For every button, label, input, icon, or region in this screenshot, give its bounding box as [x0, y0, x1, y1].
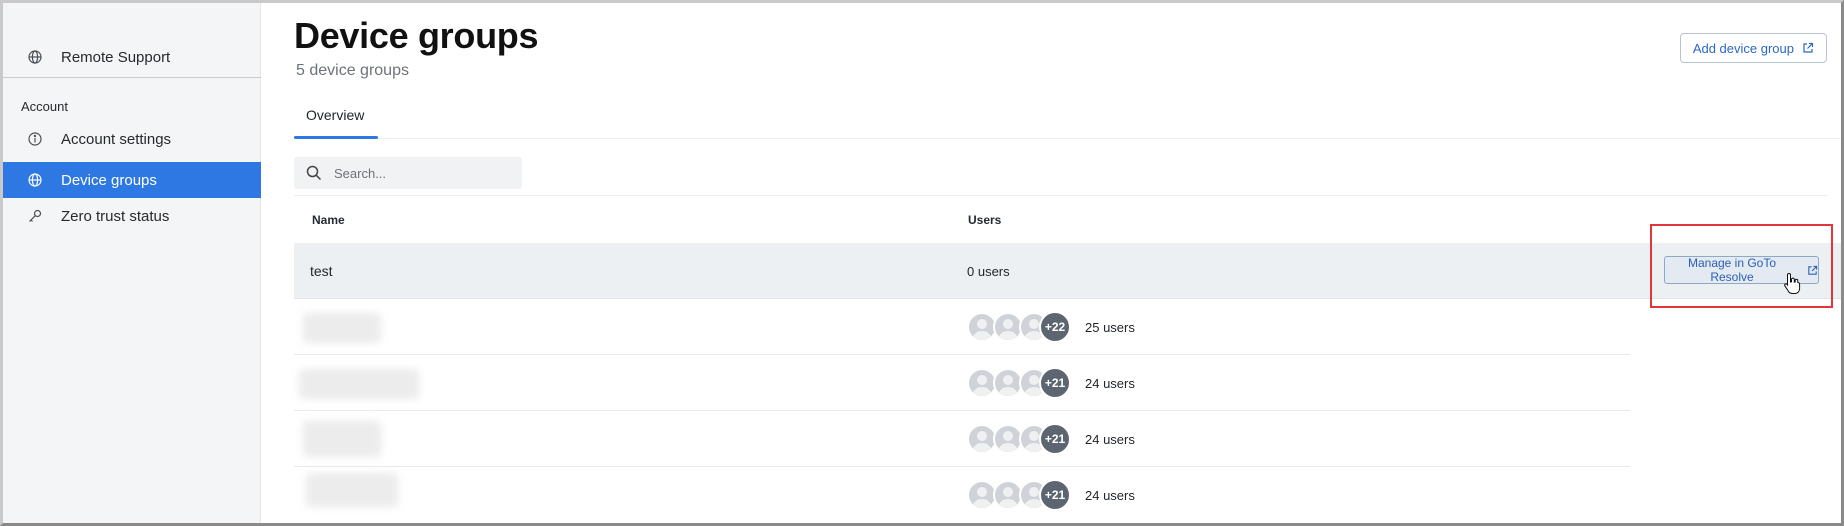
divider: [294, 195, 1827, 196]
avatar-stack[interactable]: +21: [967, 423, 1071, 455]
tab-bar: Overview: [294, 95, 1841, 139]
add-device-group-button[interactable]: Add device group: [1679, 33, 1827, 63]
sidebar-item-label: Zero trust status: [61, 207, 170, 225]
globe-icon: [25, 47, 45, 67]
external-link-icon: [1807, 265, 1818, 276]
redacted-name: [303, 421, 381, 457]
tab-label: Overview: [306, 107, 365, 123]
sidebar-item-zero-trust-status[interactable]: Zero trust status: [3, 198, 261, 234]
globe-icon: [25, 170, 45, 190]
user-count: 25 users: [1085, 319, 1135, 335]
tab-overview[interactable]: Overview: [294, 95, 376, 139]
sidebar-item-label: Account settings: [61, 130, 172, 148]
users-cell: 0 users: [967, 243, 1010, 299]
sidebar-item-label: Device groups: [61, 171, 157, 189]
main-content: Device groups 5 device groups Add device…: [262, 3, 1841, 523]
device-group-name[interactable]: test: [310, 263, 333, 279]
avatar-stack[interactable]: +21: [967, 479, 1071, 511]
external-link-icon: [1802, 42, 1814, 54]
user-count: 24 users: [1085, 431, 1135, 447]
column-header-users[interactable]: Users: [968, 213, 1001, 227]
user-count: 24 users: [1085, 375, 1135, 391]
sidebar-section-label: Account: [21, 99, 68, 114]
avatar-stack[interactable]: +21: [967, 367, 1071, 399]
redacted-name: [299, 369, 419, 399]
sidebar-item-label: Remote Support: [61, 48, 171, 66]
key-icon: [25, 206, 45, 226]
table-row[interactable]: test 0 users: [294, 243, 1841, 299]
manage-button-label: Manage in GoTo Resolve: [1687, 256, 1777, 284]
users-cell: +21 24 users: [967, 411, 1135, 467]
active-tab-indicator: [294, 136, 378, 139]
info-icon: [25, 129, 45, 149]
table-row[interactable]: +21 24 users: [294, 355, 1630, 411]
table-row[interactable]: +22 25 users: [294, 299, 1630, 355]
users-cell: +21 24 users: [967, 467, 1135, 523]
search-input[interactable]: [334, 165, 504, 181]
sidebar-item-account-settings[interactable]: Account settings: [3, 121, 261, 157]
extra-users-badge: +21: [1039, 367, 1071, 399]
extra-users-badge: +22: [1039, 311, 1071, 343]
sidebar: Remote Support Account Account settings …: [3, 3, 261, 523]
add-device-group-label: Add device group: [1692, 40, 1794, 56]
users-cell: +21 24 users: [967, 355, 1135, 411]
users-cell: +22 25 users: [967, 299, 1135, 355]
sidebar-item-device-groups[interactable]: Device groups: [3, 162, 261, 198]
highlight-annotation: Manage in GoTo Resolve: [1650, 224, 1833, 308]
search-box[interactable]: [294, 157, 522, 189]
redacted-name: [306, 473, 398, 507]
table-row[interactable]: +21 24 users: [294, 467, 1630, 523]
avatar-stack[interactable]: +22: [967, 311, 1071, 343]
user-count: 24 users: [1085, 487, 1135, 503]
table-row[interactable]: +21 24 users: [294, 411, 1630, 467]
redacted-name: [303, 313, 381, 343]
page-title: Device groups: [294, 15, 539, 56]
user-count: 0 users: [967, 263, 1010, 279]
extra-users-badge: +21: [1039, 479, 1071, 511]
app-window: Remote Support Account Account settings …: [0, 0, 1844, 526]
column-header-name[interactable]: Name: [312, 213, 345, 227]
sidebar-divider: [3, 77, 261, 78]
search-icon: [306, 165, 322, 181]
page-subtitle: 5 device groups: [296, 62, 409, 79]
extra-users-badge: +21: [1039, 423, 1071, 455]
hand-cursor-icon: [1783, 272, 1801, 294]
sidebar-item-remote-support[interactable]: Remote Support: [3, 39, 261, 75]
